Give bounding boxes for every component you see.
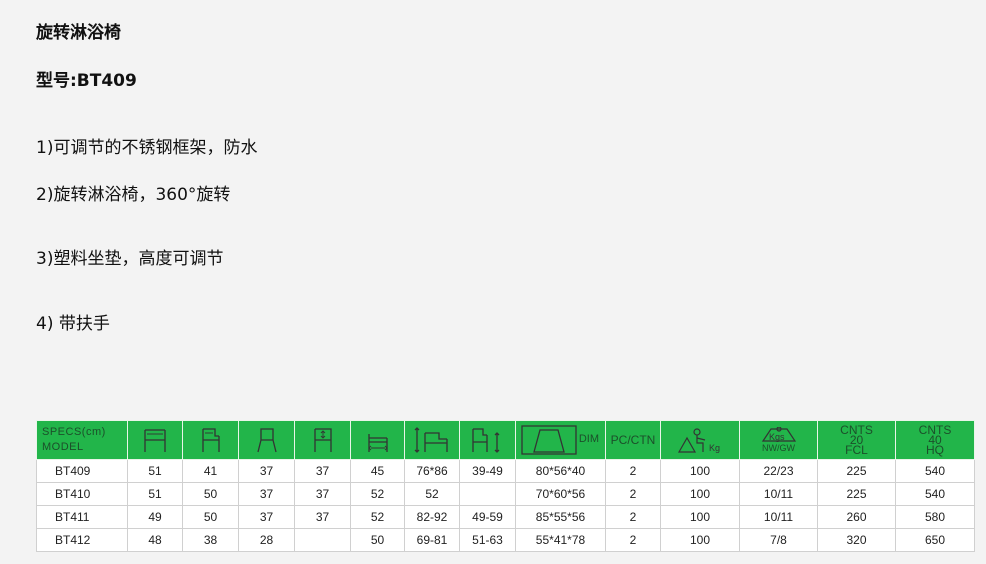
cnts40-line-3: HQ (926, 443, 944, 457)
feature-item: 1)可调节的不锈钢框架，防水 (36, 138, 258, 158)
table-cell: 41 (182, 459, 239, 483)
seat-height-icon (294, 420, 351, 460)
nwgw-label: NW/GW (762, 443, 795, 453)
specs-table: SPECS(cm) MODEL DIM PC/CTN Kg Kgs NW/GW … (36, 420, 975, 552)
table-cell: 225 (817, 482, 896, 506)
back-height-icon (238, 420, 295, 460)
kgs-label: Kgs (769, 432, 785, 442)
table-cell: 39-49 (459, 459, 516, 483)
seat-width-icon (127, 420, 183, 460)
seat-depth-icon (182, 420, 239, 460)
table-cell: 2 (605, 459, 661, 483)
table-cell: BT410 (36, 482, 128, 506)
weight-header: Kgs NW/GW (739, 420, 818, 460)
table-cell: 2 (605, 528, 661, 552)
table-cell: 37 (294, 459, 351, 483)
table-cell: 69-81 (404, 528, 460, 552)
table-cell: 76*86 (404, 459, 460, 483)
feature-item: 4) 带扶手 (36, 314, 110, 334)
table-cell: BT412 (36, 528, 128, 552)
table-cell: BT411 (36, 505, 128, 529)
table-cell: 48 (127, 528, 183, 552)
table-cell: 51 (127, 459, 183, 483)
specs-label: SPECS(cm) (42, 426, 106, 438)
model-number: 型号:BT409 (36, 71, 137, 91)
kg-label: Kg (709, 443, 720, 453)
table-cell: 85*55*56 (515, 505, 606, 529)
table-cell: 37 (238, 459, 295, 483)
table-cell: 22/23 (739, 459, 818, 483)
table-cell: 100 (660, 482, 740, 506)
table-cell: 100 (660, 459, 740, 483)
pcctn-header: PC/CTN (605, 420, 661, 460)
table-cell (459, 482, 516, 506)
table-cell (294, 528, 351, 552)
table-cell: 82-92 (404, 505, 460, 529)
model-label: MODEL (42, 441, 84, 453)
table-cell: 7/8 (739, 528, 818, 552)
table-cell: 49 (127, 505, 183, 529)
cnts20-header: CNTS 20 FCL (817, 420, 896, 460)
table-cell: 260 (817, 505, 896, 529)
table-cell: 50 (350, 528, 405, 552)
table-cell: 50 (182, 505, 239, 529)
table-cell: BT409 (36, 459, 128, 483)
table-cell: 55*41*78 (515, 528, 606, 552)
armrest-width-icon (350, 420, 405, 460)
table-cell: 580 (895, 505, 975, 529)
table-cell: 10/11 (739, 505, 818, 529)
table-cell: 37 (294, 505, 351, 529)
cnts20-line-3: FCL (845, 443, 868, 457)
specs-model-header: SPECS(cm) MODEL (36, 420, 128, 460)
table-cell: 52 (350, 505, 405, 529)
table-row: BT412 48 38 28 50 69-81 51-63 55*41*78 2… (36, 528, 975, 552)
table-row: BT410 51 50 37 37 52 52 70*60*56 2 100 1… (36, 482, 975, 506)
table-cell: 52 (350, 482, 405, 506)
table-cell: 37 (294, 482, 351, 506)
table-cell: 37 (238, 482, 295, 506)
table-cell: 225 (817, 459, 896, 483)
table-cell: 540 (895, 459, 975, 483)
feature-item: 3)塑料坐垫，高度可调节 (36, 249, 224, 269)
table-cell: 650 (895, 528, 975, 552)
table-cell: 49-59 (459, 505, 516, 529)
overall-height-icon (404, 420, 460, 460)
table-cell: 100 (660, 528, 740, 552)
table-cell: 70*60*56 (515, 482, 606, 506)
carton-icon (521, 425, 577, 455)
adjust-height-icon (459, 420, 516, 460)
table-cell: 38 (182, 528, 239, 552)
feature-item: 2)旋转淋浴椅，360°旋转 (36, 185, 231, 205)
table-row: BT411 49 50 37 37 52 82-92 49-59 85*55*5… (36, 505, 975, 529)
cnts40-header: CNTS 40 HQ (895, 420, 975, 460)
table-cell: 2 (605, 482, 661, 506)
table-cell: 2 (605, 505, 661, 529)
table-cell: 51-63 (459, 528, 516, 552)
dim-header: DIM (515, 420, 606, 460)
table-cell: 80*56*40 (515, 459, 606, 483)
table-cell: 45 (350, 459, 405, 483)
table-header-row: SPECS(cm) MODEL DIM PC/CTN Kg Kgs NW/GW … (36, 420, 975, 460)
load-capacity-header: Kg (660, 420, 740, 460)
table-cell: 320 (817, 528, 896, 552)
table-cell: 28 (238, 528, 295, 552)
table-cell: 37 (238, 505, 295, 529)
table-cell: 52 (404, 482, 460, 506)
table-cell: 51 (127, 482, 183, 506)
table-row: BT409 51 41 37 37 45 76*86 39-49 80*56*4… (36, 459, 975, 483)
table-cell: 10/11 (739, 482, 818, 506)
table-cell: 50 (182, 482, 239, 506)
product-title: 旋转淋浴椅 (36, 23, 121, 43)
dim-label: DIM (578, 433, 599, 445)
table-cell: 100 (660, 505, 740, 529)
table-cell: 540 (895, 482, 975, 506)
